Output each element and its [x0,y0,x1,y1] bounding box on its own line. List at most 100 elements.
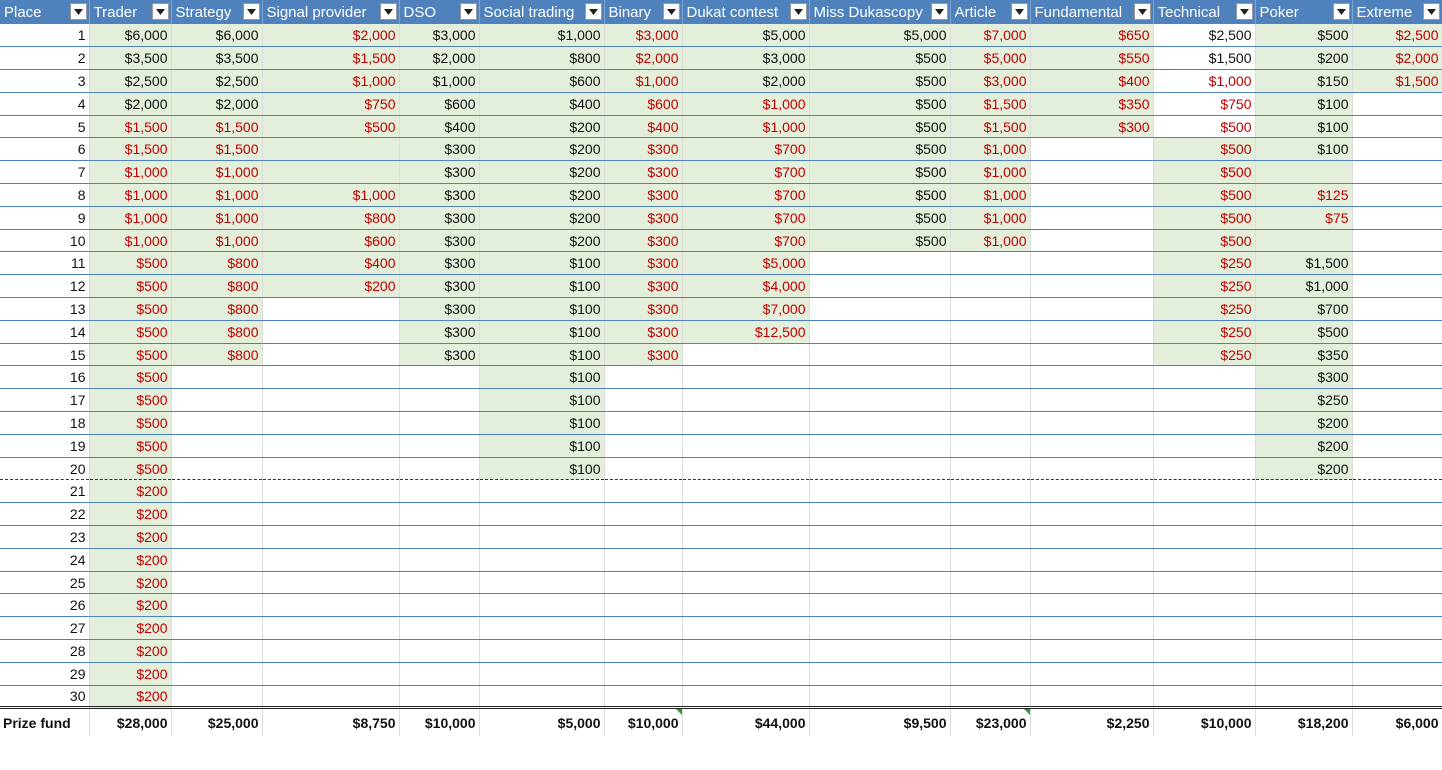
prize-cell-article[interactable] [950,320,1031,344]
place-cell[interactable]: 17 [0,388,90,413]
prize-cell-miss-dukascopy[interactable] [809,274,951,299]
prize-cell-trader[interactable]: $200 [89,525,172,549]
column-header-strategy[interactable]: Strategy [171,0,263,24]
prize-fund-total-trader[interactable]: $28,000 [89,706,172,736]
prize-cell-strategy[interactable] [171,639,263,663]
prize-fund-total-signal-provider[interactable]: $8,750 [262,706,400,736]
prize-cell-binary[interactable] [604,662,683,686]
prize-cell-trader[interactable]: $200 [89,662,172,686]
prize-cell-article[interactable] [950,525,1031,549]
prize-cell-social-trading[interactable]: $800 [479,46,605,71]
prize-cell-social-trading[interactable]: $1,000 [479,24,605,48]
prize-cell-extreme[interactable] [1352,502,1442,527]
prize-cell-dso[interactable]: $2,000 [399,46,480,71]
prize-cell-dso[interactable]: $300 [399,297,480,321]
prize-cell-dukat-contest[interactable]: $3,000 [682,46,810,71]
prize-cell-poker[interactable]: $500 [1255,24,1353,48]
prize-cell-fundamental[interactable] [1030,297,1154,321]
prize-cell-fundamental[interactable] [1030,183,1154,207]
prize-cell-strategy[interactable] [171,525,263,549]
prize-cell-poker[interactable]: $250 [1255,388,1353,413]
filter-dropdown-icon[interactable] [69,3,87,20]
prize-cell-strategy[interactable]: $6,000 [171,24,263,48]
prize-cell-poker[interactable]: $200 [1255,434,1353,458]
prize-cell-poker[interactable] [1255,548,1353,572]
prize-cell-fundamental[interactable] [1030,251,1154,276]
prize-cell-fundamental[interactable] [1030,502,1154,527]
prize-cell-extreme[interactable] [1352,571,1442,595]
prize-cell-signal-provider[interactable]: $2,000 [262,24,400,48]
filter-dropdown-icon[interactable] [459,3,477,20]
prize-cell-extreme[interactable] [1352,639,1442,663]
prize-cell-poker[interactable]: $350 [1255,343,1353,367]
prize-cell-trader[interactable]: $500 [89,343,172,367]
prize-cell-technical[interactable]: $250 [1153,251,1256,276]
prize-cell-technical[interactable] [1153,616,1256,641]
prize-cell-fundamental[interactable] [1030,685,1154,709]
prize-cell-binary[interactable] [604,571,683,595]
prize-cell-miss-dukascopy[interactable] [809,434,951,458]
prize-cell-technical[interactable] [1153,434,1256,458]
prize-cell-binary[interactable]: $300 [604,137,683,162]
prize-cell-article[interactable] [950,479,1031,504]
prize-cell-dukat-contest[interactable]: $7,000 [682,297,810,321]
prize-cell-dso[interactable]: $300 [399,320,480,344]
prize-cell-strategy[interactable] [171,593,263,618]
prize-cell-dukat-contest[interactable] [682,479,810,504]
prize-cell-article[interactable]: $1,000 [950,160,1031,185]
prize-cell-extreme[interactable]: $2,000 [1352,46,1442,71]
prize-cell-strategy[interactable] [171,457,263,481]
prize-cell-miss-dukascopy[interactable]: $500 [809,183,951,207]
place-cell[interactable]: 10 [0,229,90,253]
place-cell[interactable]: 14 [0,320,90,344]
prize-cell-dso[interactable] [399,434,480,458]
prize-cell-social-trading[interactable] [479,639,605,663]
prize-cell-extreme[interactable] [1352,662,1442,686]
prize-cell-trader[interactable]: $1,000 [89,160,172,185]
prize-cell-fundamental[interactable] [1030,320,1154,344]
prize-cell-trader[interactable]: $500 [89,434,172,458]
prize-cell-strategy[interactable]: $1,500 [171,137,263,162]
prize-cell-trader[interactable]: $500 [89,251,172,276]
prize-cell-poker[interactable]: $100 [1255,92,1353,116]
prize-cell-article[interactable] [950,297,1031,321]
prize-cell-technical[interactable] [1153,479,1256,504]
prize-cell-strategy[interactable]: $1,000 [171,229,263,253]
prize-cell-dso[interactable]: $300 [399,183,480,207]
prize-cell-article[interactable] [950,662,1031,686]
prize-cell-technical[interactable] [1153,685,1256,709]
prize-fund-total-binary[interactable]: $10,000 [604,706,683,736]
prize-cell-fundamental[interactable] [1030,365,1154,390]
prize-cell-dso[interactable] [399,479,480,504]
prize-cell-extreme[interactable] [1352,274,1442,299]
prize-cell-extreme[interactable] [1352,411,1442,435]
prize-cell-binary[interactable]: $300 [604,297,683,321]
prize-cell-extreme[interactable] [1352,434,1442,458]
prize-cell-technical[interactable] [1153,548,1256,572]
prize-cell-technical[interactable]: $500 [1153,137,1256,162]
place-cell[interactable]: 22 [0,502,90,527]
prize-cell-social-trading[interactable]: $100 [479,251,605,276]
prize-cell-dukat-contest[interactable] [682,411,810,435]
prize-cell-fundamental[interactable] [1030,639,1154,663]
prize-cell-strategy[interactable] [171,571,263,595]
filter-dropdown-icon[interactable] [151,3,169,20]
prize-cell-fundamental[interactable] [1030,206,1154,230]
prize-cell-trader[interactable]: $200 [89,571,172,595]
filter-dropdown-icon[interactable] [662,3,680,20]
prize-cell-trader[interactable]: $200 [89,639,172,663]
prize-cell-technical[interactable]: $2,500 [1153,24,1256,48]
prize-cell-signal-provider[interactable] [262,457,400,481]
column-header-dukat-contest[interactable]: Dukat contest [682,0,810,24]
prize-cell-poker[interactable]: $100 [1255,115,1353,139]
prize-cell-trader[interactable]: $2,500 [89,69,172,93]
prize-cell-social-trading[interactable]: $600 [479,69,605,93]
prize-cell-dso[interactable] [399,502,480,527]
prize-cell-article[interactable]: $3,000 [950,69,1031,93]
prize-cell-technical[interactable] [1153,571,1256,595]
prize-cell-trader[interactable]: $2,000 [89,92,172,116]
prize-cell-social-trading[interactable]: $100 [479,434,605,458]
prize-cell-miss-dukascopy[interactable] [809,251,951,276]
place-cell[interactable]: 15 [0,343,90,367]
prize-cell-article[interactable] [950,548,1031,572]
